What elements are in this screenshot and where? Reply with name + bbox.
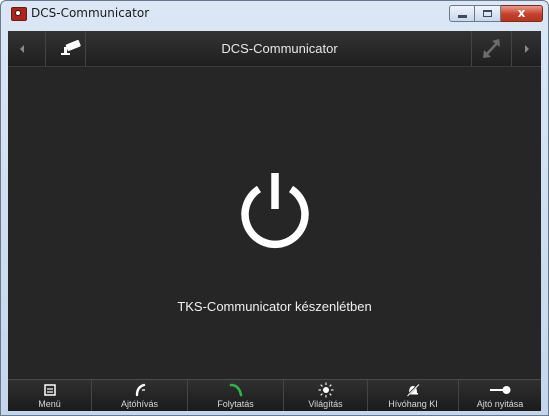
door-call-label: Ajtóhívás	[120, 399, 159, 409]
toolbar-title: DCS-Communicator	[221, 41, 338, 56]
window-title: DCS-Communicator	[31, 6, 150, 20]
menu-label: Menü	[38, 399, 61, 409]
arrow-left-icon	[20, 45, 24, 53]
light-button[interactable]: Világítás	[284, 380, 368, 411]
menu-icon	[43, 384, 56, 396]
power-icon	[241, 173, 309, 249]
close-icon: x	[517, 6, 526, 20]
arrow-right-icon	[525, 45, 529, 53]
ringtone-off-icon	[406, 383, 420, 397]
light-icon	[318, 382, 333, 398]
status-text: TKS-Communicator készenlétben	[177, 299, 372, 314]
continue-button[interactable]: Folytatás	[188, 380, 284, 411]
door-call-button[interactable]: Ajtóhívás	[92, 380, 188, 411]
minimize-button[interactable]	[449, 5, 475, 22]
app-client-area: DCS-Communicator TKS-Communicator készen…	[8, 31, 541, 411]
top-toolbar: DCS-Communicator	[8, 31, 541, 67]
window-controls: x	[449, 5, 543, 23]
maximize-button[interactable]	[475, 5, 501, 22]
prev-button[interactable]	[8, 31, 46, 66]
door-open-key-icon	[490, 386, 511, 394]
ringtone-off-label: Hívóhang KI	[388, 399, 438, 409]
ringtone-off-button[interactable]: Hívóhang KI	[368, 380, 459, 411]
power-button[interactable]	[238, 169, 312, 251]
door-call-icon	[135, 383, 145, 397]
expand-button[interactable]	[471, 31, 511, 66]
next-button[interactable]	[511, 31, 541, 66]
door-open-button[interactable]: Ajtó nyitása	[459, 380, 541, 411]
continue-call-icon	[229, 383, 242, 397]
menu-button[interactable]: Menü	[8, 380, 92, 411]
maximize-icon	[483, 10, 492, 17]
bottom-toolbar: Menü Ajtóhívás Folytatás Világítás Hívóh…	[8, 379, 541, 411]
door-open-label: Ajtó nyitása	[476, 399, 524, 409]
title-bar[interactable]: DCS-Communicator x	[1, 1, 548, 26]
minimize-icon	[458, 15, 467, 18]
app-icon[interactable]	[11, 7, 27, 21]
expand-icon	[483, 39, 500, 58]
camera-button[interactable]	[46, 31, 86, 66]
app-window: DCS-Communicator x DCS-Communicator TKS-…	[0, 0, 549, 416]
continue-label: Folytatás	[217, 399, 254, 409]
close-button[interactable]: x	[501, 5, 543, 22]
camera-icon	[61, 39, 81, 55]
light-label: Világítás	[308, 399, 343, 409]
